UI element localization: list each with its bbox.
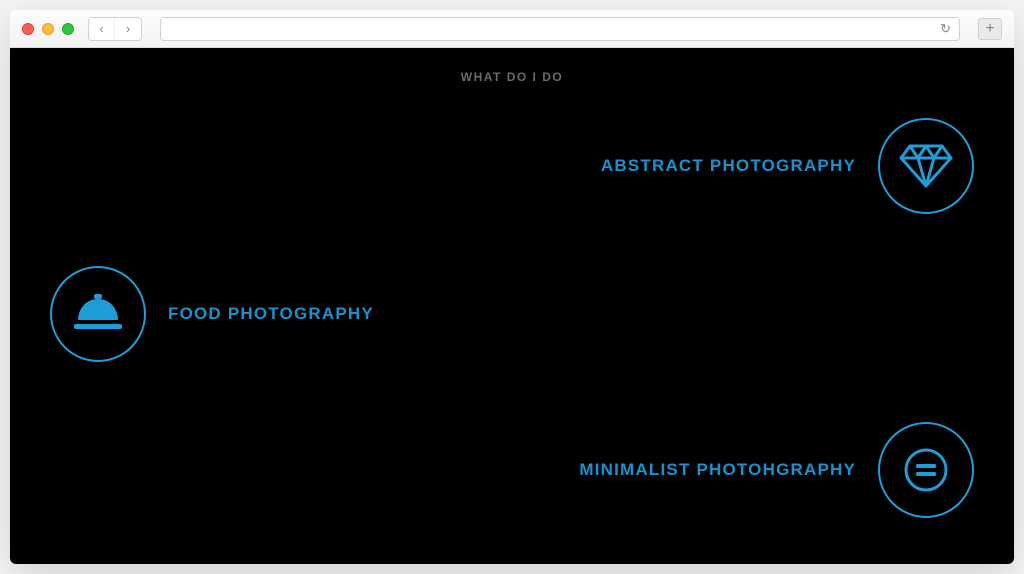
service-minimal: MINIMALIST PHOTOHGRAPHY xyxy=(579,422,974,518)
section-heading: WHAT DO I DO xyxy=(10,70,1014,84)
service-label-abstract: ABSTRACT PHOTOGRAPHY xyxy=(601,156,856,176)
diamond-icon xyxy=(878,118,974,214)
forward-button[interactable]: › xyxy=(115,18,141,40)
service-label-food: FOOD PHOTOGRAPHY xyxy=(168,304,374,324)
address-bar[interactable]: ↻ xyxy=(160,17,960,41)
new-tab-button[interactable]: + xyxy=(978,18,1002,40)
close-window-button[interactable] xyxy=(22,23,34,35)
service-food: FOOD PHOTOGRAPHY xyxy=(50,266,374,362)
minimize-window-button[interactable] xyxy=(42,23,54,35)
maximize-window-button[interactable] xyxy=(62,23,74,35)
service-abstract: ABSTRACT PHOTOGRAPHY xyxy=(601,118,974,214)
titlebar: ‹ › ↻ + xyxy=(10,10,1014,48)
page-content: WHAT DO I DO ABSTRACT PHOTOGRAPHY xyxy=(10,48,1014,564)
back-button[interactable]: ‹ xyxy=(89,18,115,40)
service-label-minimal: MINIMALIST PHOTOHGRAPHY xyxy=(579,460,856,480)
bell-icon xyxy=(50,266,146,362)
refresh-icon[interactable]: ↻ xyxy=(940,21,951,37)
equals-icon xyxy=(878,422,974,518)
nav-buttons: ‹ › xyxy=(88,17,142,41)
browser-window: ‹ › ↻ + WHAT DO I DO xyxy=(10,10,1014,564)
window-controls xyxy=(22,23,74,35)
